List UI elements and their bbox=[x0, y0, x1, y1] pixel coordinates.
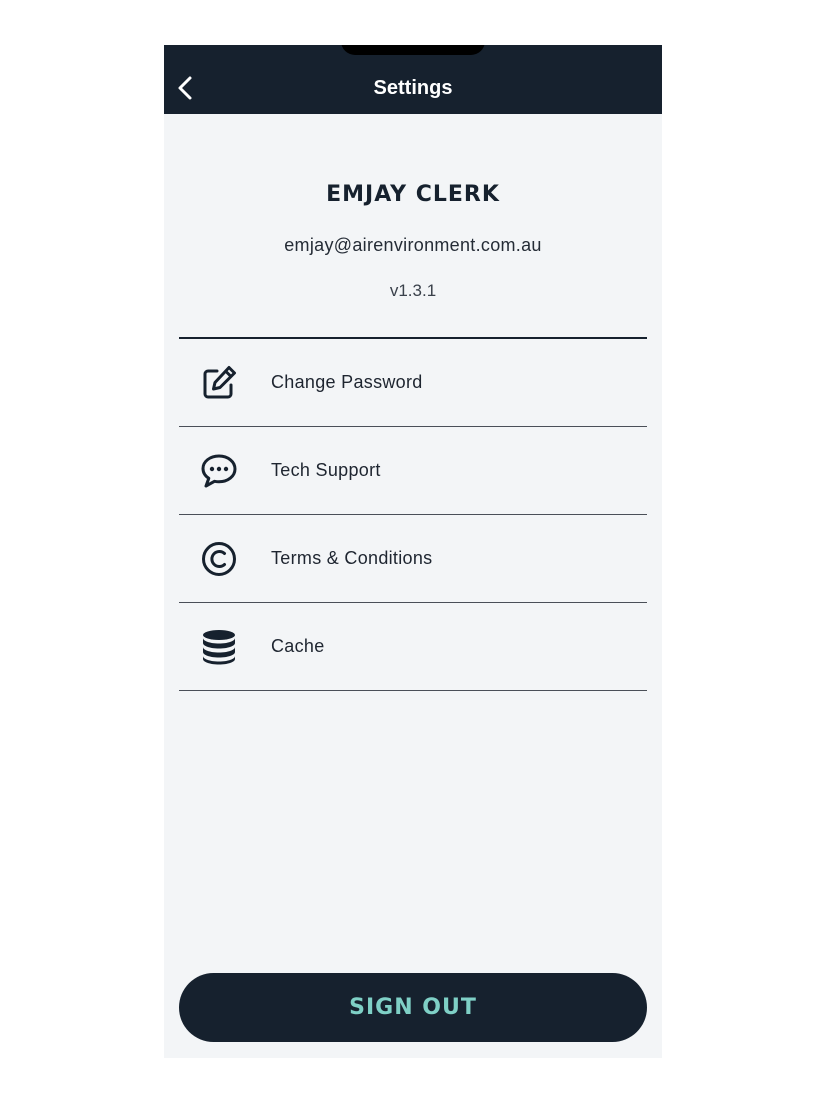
user-name: EMJAY CLERK bbox=[326, 182, 500, 207]
menu-item-terms-conditions[interactable]: Terms & Conditions bbox=[179, 515, 647, 603]
menu-item-tech-support[interactable]: Tech Support bbox=[179, 427, 647, 515]
top-navigation-bar: Settings bbox=[164, 45, 662, 114]
chat-bubble-icon bbox=[201, 454, 237, 488]
menu-item-change-password[interactable]: Change Password bbox=[179, 339, 647, 427]
user-email: emjay@airenvironment.com.au bbox=[284, 235, 542, 255]
menu-item-cache[interactable]: Cache bbox=[179, 603, 647, 691]
menu-item-label: Terms & Conditions bbox=[271, 548, 433, 568]
sign-out-label: SIGN OUT bbox=[349, 995, 477, 1020]
sign-out-button[interactable]: SIGN OUT bbox=[179, 973, 647, 1042]
app-version: v1.3.1 bbox=[389, 281, 437, 300]
settings-menu: Change Password Tech Support Terms & Con… bbox=[179, 337, 647, 691]
menu-item-label: Change Password bbox=[271, 372, 423, 392]
menu-item-label: Cache bbox=[271, 636, 325, 656]
page-title: Settings bbox=[373, 77, 453, 99]
device-notch bbox=[341, 45, 485, 55]
copyright-icon bbox=[202, 542, 236, 576]
menu-item-label: Tech Support bbox=[271, 460, 381, 480]
database-icon bbox=[203, 630, 235, 665]
app-screen: Settings EMJAY CLERK emjay@airenvironmen… bbox=[164, 45, 662, 1058]
edit-icon bbox=[203, 366, 236, 399]
